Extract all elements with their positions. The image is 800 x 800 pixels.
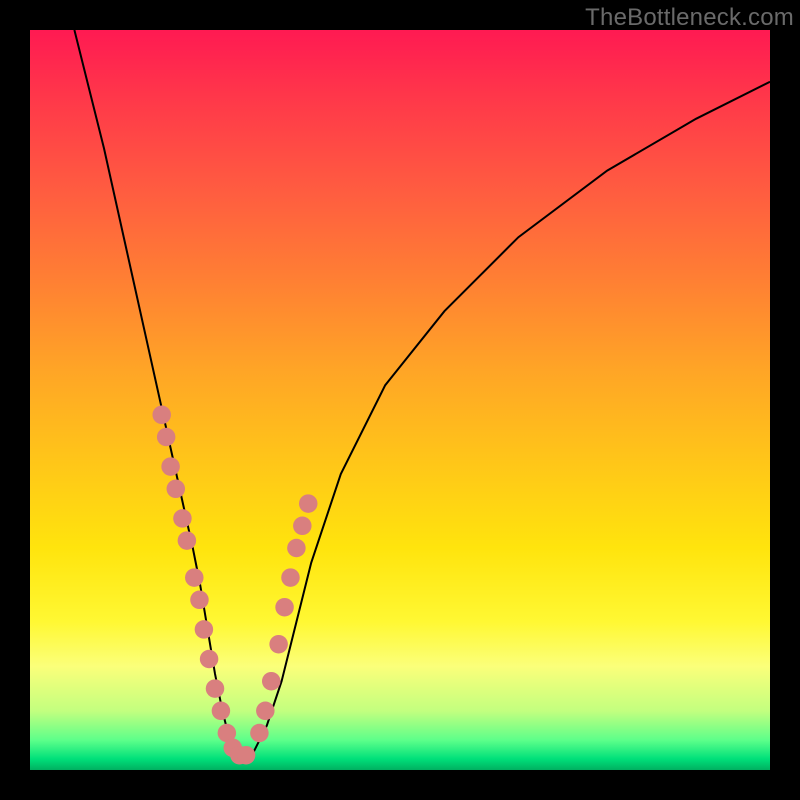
data-point bbox=[299, 494, 318, 512]
curve-path bbox=[74, 30, 770, 755]
data-point bbox=[237, 746, 256, 765]
data-point bbox=[293, 517, 312, 536]
data-point bbox=[256, 702, 275, 721]
data-point bbox=[262, 672, 281, 691]
data-point bbox=[157, 428, 176, 447]
chart-svg bbox=[30, 30, 770, 770]
watermark-text: TheBottleneck.com bbox=[585, 4, 794, 32]
data-point bbox=[152, 406, 171, 425]
data-point bbox=[206, 679, 225, 698]
data-point bbox=[173, 509, 192, 528]
bottleneck-curve bbox=[74, 30, 770, 755]
data-point bbox=[281, 568, 300, 587]
data-point bbox=[250, 724, 269, 743]
data-point bbox=[269, 635, 288, 654]
chart-frame: TheBottleneck.com bbox=[0, 0, 800, 800]
data-point bbox=[200, 650, 219, 669]
data-point bbox=[212, 702, 231, 721]
data-point bbox=[287, 539, 306, 558]
right-cluster-dots bbox=[250, 494, 317, 742]
data-point bbox=[195, 620, 214, 639]
data-point bbox=[161, 457, 180, 476]
data-point bbox=[185, 568, 204, 587]
data-point bbox=[275, 598, 294, 617]
chart-plot-area bbox=[30, 30, 770, 770]
data-point bbox=[178, 531, 197, 550]
data-point bbox=[167, 480, 186, 499]
data-point bbox=[190, 591, 209, 610]
left-cluster-dots bbox=[152, 406, 255, 765]
